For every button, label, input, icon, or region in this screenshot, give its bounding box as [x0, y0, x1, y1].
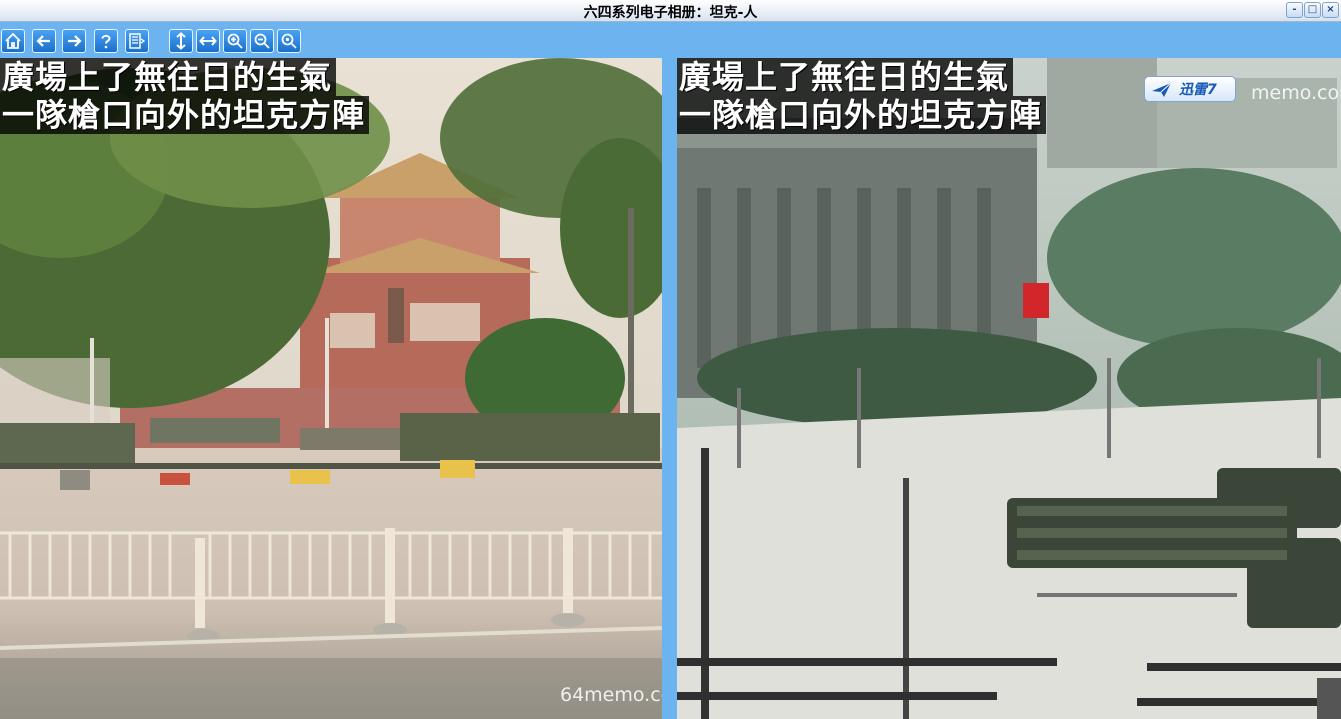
- right-watermark: memo.com: [1251, 82, 1341, 104]
- home-icon: [5, 32, 21, 49]
- window-controls: - □ ×: [1286, 2, 1339, 18]
- zoom-in-icon: [227, 33, 243, 49]
- toolbar: [0, 22, 1341, 58]
- close-button[interactable]: ×: [1322, 2, 1339, 18]
- right-caption: 廣場上了無往日的生氣 一隊槍口向外的坦克方陣: [677, 58, 1047, 134]
- window-title: 六四系列电子相册：坦克-人: [583, 5, 758, 21]
- back-button[interactable]: [32, 29, 56, 53]
- back-arrow-icon: [36, 35, 50, 47]
- forward-button[interactable]: [62, 29, 86, 53]
- right-caption-line1: 廣場上了無往日的生氣: [677, 58, 1014, 96]
- xunlei-badge-label: 迅雷7: [1179, 82, 1217, 98]
- left-photo: 廣場上了無往日的生氣 一隊槍口向外的坦克方陣 64memo.com: [0, 58, 662, 719]
- fit-height-icon: [176, 32, 186, 50]
- help-icon: [101, 34, 111, 49]
- zoom-out-icon: [254, 33, 270, 49]
- right-photo: 廣場上了無往日的生氣 一隊槍口向外的坦克方陣 迅雷7 memo.com: [677, 58, 1341, 719]
- title-bar: 六四系列电子相册：坦克-人 - □ ×: [0, 0, 1341, 22]
- xunlei-badge[interactable]: 迅雷7: [1144, 76, 1236, 102]
- zoom-reset-button[interactable]: [277, 29, 301, 53]
- zoom-reset-icon: [281, 33, 297, 49]
- list-icon: [129, 33, 146, 49]
- left-caption-line1: 廣場上了無往日的生氣: [0, 58, 337, 96]
- forward-arrow-icon: [68, 35, 82, 47]
- right-photo-image: [677, 58, 1341, 719]
- left-caption-line2: 一隊槍口向外的坦克方陣: [0, 96, 370, 134]
- left-watermark: 64memo.com: [560, 684, 662, 706]
- left-photo-image: [0, 58, 662, 719]
- restore-button[interactable]: □: [1304, 2, 1321, 18]
- help-button[interactable]: [94, 29, 118, 53]
- list-button[interactable]: [125, 29, 149, 53]
- bird-icon: [1152, 82, 1172, 97]
- fit-height-button[interactable]: [169, 29, 193, 53]
- left-caption: 廣場上了無往日的生氣 一隊槍口向外的坦克方陣: [0, 58, 370, 134]
- zoom-in-button[interactable]: [223, 29, 247, 53]
- zoom-out-button[interactable]: [250, 29, 274, 53]
- fit-width-button[interactable]: [196, 29, 220, 53]
- fit-width-icon: [199, 36, 217, 46]
- minimize-button[interactable]: -: [1286, 2, 1303, 18]
- right-caption-line2: 一隊槍口向外的坦克方陣: [677, 96, 1047, 134]
- home-button[interactable]: [1, 29, 25, 53]
